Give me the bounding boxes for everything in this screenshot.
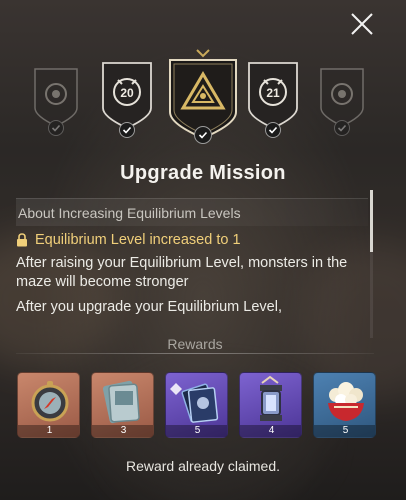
page-title: Upgrade Mission — [120, 162, 286, 184]
reward-quantity: 1 — [18, 425, 79, 437]
lock-icon — [17, 233, 27, 247]
rewards-heading: Rewards — [16, 336, 374, 354]
scrollbar[interactable] — [370, 190, 373, 338]
level-badge-row: 20 21 — [0, 49, 406, 150]
lantern-icon — [260, 375, 282, 421]
badge-far-right[interactable] — [318, 66, 366, 136]
reward-lantern[interactable]: 4 — [239, 372, 302, 438]
ticket-icon — [102, 380, 140, 424]
reward-ticket[interactable]: 3 — [91, 372, 154, 438]
status-line: Equilibrium Level increased to 1 — [16, 232, 368, 248]
reward-quantity: 5 — [166, 425, 227, 437]
status-text: Equilibrium Level increased to 1 — [35, 232, 241, 248]
compass-icon — [31, 381, 69, 422]
reward-quantity: 5 — [314, 425, 375, 437]
check-icon — [119, 122, 135, 138]
badge-level-20[interactable]: 20 — [100, 60, 154, 138]
check-icon — [194, 126, 212, 144]
reward-quantity: 4 — [240, 425, 301, 437]
svg-text:21: 21 — [266, 86, 280, 100]
check-icon — [265, 122, 281, 138]
badge-level-21[interactable]: 21 — [246, 60, 300, 138]
rewards-list: 1 3 5 4 5 — [17, 372, 377, 438]
svg-text:20: 20 — [120, 86, 134, 100]
section-heading: About Increasing Equilibrium Levels — [16, 198, 368, 226]
reward-card-pack[interactable]: 5 — [165, 372, 228, 438]
level-emblem-icon: 21 — [248, 62, 298, 129]
badge-current-level[interactable] — [165, 46, 241, 144]
rewards-title: Rewards — [167, 336, 223, 352]
emblem-icon — [34, 68, 78, 127]
close-button[interactable] — [348, 10, 376, 38]
mission-description[interactable]: About Increasing Equilibrium Levels Equi… — [16, 198, 368, 336]
description-paragraph: After you upgrade your Equilibrium Level… — [16, 299, 282, 315]
reward-quantity: 3 — [92, 425, 153, 437]
emblem-icon — [320, 68, 364, 127]
reward-popcorn[interactable]: 5 — [313, 372, 376, 438]
popcorn-icon — [328, 382, 364, 421]
check-icon — [334, 120, 350, 136]
close-x-icon — [351, 13, 373, 35]
divider — [16, 353, 374, 354]
check-icon — [48, 120, 64, 136]
description-paragraph: After raising your Equilibrium Level, mo… — [16, 255, 348, 290]
scroll-thumb[interactable] — [370, 190, 373, 252]
reward-compass[interactable]: 1 — [17, 372, 80, 438]
claim-status: Reward already claimed. — [125, 458, 281, 474]
badge-far-left[interactable] — [32, 66, 80, 136]
level-emblem-icon: 20 — [102, 62, 152, 129]
card-pack-icon — [170, 383, 219, 423]
